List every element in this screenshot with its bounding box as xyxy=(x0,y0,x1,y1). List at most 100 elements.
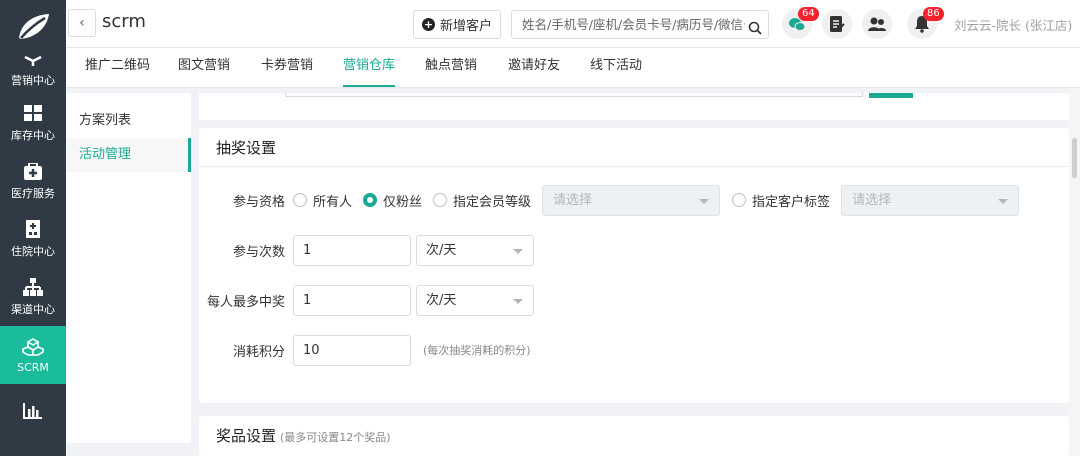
nav-label: 渠道中心 xyxy=(11,303,55,316)
cubes-icon xyxy=(22,337,44,357)
max-win-unit-select[interactable]: 次/天 xyxy=(416,284,534,316)
bar-chart-icon xyxy=(23,401,43,421)
points-input[interactable]: 10 xyxy=(293,334,411,366)
tab-offline-activity[interactable]: 线下活动 xyxy=(590,48,642,88)
page-title: scrm xyxy=(102,11,146,32)
caret-down-icon xyxy=(699,198,710,204)
app-logo[interactable] xyxy=(0,0,66,54)
wechat-button[interactable]: 64 xyxy=(782,7,819,39)
select-placeholder: 请选择 xyxy=(553,192,593,208)
medical-kit-icon xyxy=(24,161,42,181)
member-level-select[interactable]: 请选择 xyxy=(542,184,721,216)
users-icon xyxy=(868,17,886,31)
notification-badge: 86 xyxy=(923,7,944,21)
nav-item-inventory[interactable]: 库存中心 xyxy=(0,94,66,152)
nav-item-report[interactable] xyxy=(0,384,66,442)
nav-label: 营销中心 xyxy=(11,74,55,87)
max-win-input[interactable]: 1 xyxy=(293,284,411,316)
scrollbar-thumb[interactable] xyxy=(1072,138,1077,178)
times-row: 参与次数 1 次/天 xyxy=(199,234,534,266)
prize-settings-card: 奖品设置 (最多可设置12个奖品) xyxy=(199,416,1069,456)
top-header: ‹ scrm + 新增客户 姓名/手机号/座机/会员卡号/病历号/微信号 64 … xyxy=(66,0,1080,48)
nav-item-channel[interactable]: 渠道中心 xyxy=(0,268,66,326)
nav-label: 医疗服务 xyxy=(11,187,55,200)
textarea-fragment[interactable] xyxy=(285,93,863,97)
search-icon[interactable] xyxy=(745,17,762,38)
tab-touchpoint-marketing[interactable]: 触点营销 xyxy=(425,48,477,88)
radio-label: 指定会员等级 xyxy=(453,194,532,210)
customer-tag-select[interactable]: 请选择 xyxy=(841,184,1020,216)
left-nav: 营销中心 库存中心 医疗服务 住院中心 渠道中心 SCRM xyxy=(0,0,66,456)
caret-down-icon xyxy=(513,298,523,304)
caret-down-icon xyxy=(513,248,523,254)
user-name: 刘云云-院长 (张江店) xyxy=(954,18,1073,33)
tab-marketing-warehouse[interactable]: 营销仓库 xyxy=(343,48,396,87)
points-row: 消耗积分 10 (每次抽奖消耗的积分) xyxy=(199,334,531,366)
prize-settings-title: 奖品设置 (最多可设置12个奖品) xyxy=(199,416,1069,455)
prize-title-text: 奖品设置 xyxy=(216,427,277,445)
nav-label: 库存中心 xyxy=(11,129,55,142)
radio-member-level[interactable]: 指定会员等级 xyxy=(433,191,531,210)
radio-label: 指定客户标签 xyxy=(752,194,831,210)
side-item-activity-management[interactable]: 活动管理 xyxy=(66,138,191,172)
max-win-row: 每人最多中奖 1 次/天 xyxy=(199,284,534,316)
notes-button[interactable] xyxy=(822,9,852,39)
wechat-badge: 64 xyxy=(798,7,819,21)
nav-label: SCRM xyxy=(17,360,49,374)
radio-circle xyxy=(433,193,448,207)
caret-down-icon xyxy=(998,198,1009,204)
eligibility-row: 参与资格 所有人 仅粉丝 指定会员等级 请选择 指定客户标签 请选择 xyxy=(199,184,1031,216)
radio-circle-checked xyxy=(363,193,378,207)
tab-coupon-marketing[interactable]: 卡券营销 xyxy=(261,48,313,88)
radio-circle xyxy=(293,193,307,207)
eligibility-label: 参与资格 xyxy=(232,194,285,210)
times-label: 参与次数 xyxy=(232,244,285,260)
prize-note: (最多可设置12个奖品) xyxy=(280,431,391,444)
nav-item-inpatient[interactable]: 住院中心 xyxy=(0,210,66,268)
document-edit-icon xyxy=(830,16,845,32)
search-input[interactable]: 姓名/手机号/座机/会员卡号/病历号/微信号 xyxy=(511,10,769,39)
user-menu[interactable]: 刘云云-院长 (张江店) ⌄ xyxy=(954,15,1080,34)
radio-label: 仅粉丝 xyxy=(383,194,423,210)
back-button[interactable]: ‹ xyxy=(68,9,96,37)
nav-item-scrm[interactable]: SCRM xyxy=(0,326,66,384)
tab-bar: 推广二维码 图文营销 卡券营销 营销仓库 触点营销 邀请好友 线下活动 xyxy=(66,48,1080,88)
tab-qr-promo[interactable]: 推广二维码 xyxy=(85,48,150,88)
add-customer-button[interactable]: + 新增客户 xyxy=(413,10,501,39)
side-item-plan-list[interactable]: 方案列表 xyxy=(66,104,191,138)
nav-item-marketing[interactable]: 营销中心 xyxy=(0,54,66,94)
content-scrollbar[interactable] xyxy=(1069,88,1080,456)
radio-label: 所有人 xyxy=(313,194,353,210)
lottery-settings-card: 抽奖设置 参与资格 所有人 仅粉丝 指定会员等级 请选择 指定客户标签 请选择 … xyxy=(199,128,1069,403)
nav-item-medical[interactable]: 医疗服务 xyxy=(0,152,66,210)
radio-circle xyxy=(732,193,747,207)
contacts-button[interactable] xyxy=(862,9,892,39)
previous-section-fragment xyxy=(199,93,1069,120)
select-value: 次/天 xyxy=(426,292,457,308)
megaphone-icon xyxy=(24,54,42,68)
times-unit-select[interactable]: 次/天 xyxy=(416,234,534,266)
notification-button[interactable]: 86 xyxy=(907,7,944,39)
hospital-icon xyxy=(26,219,40,239)
plus-circle-icon: + xyxy=(421,18,435,31)
points-hint: (每次抽奖消耗的积分) xyxy=(423,344,531,357)
org-chart-icon xyxy=(23,277,43,297)
max-win-label: 每人最多中奖 xyxy=(206,294,285,310)
lottery-settings-title: 抽奖设置 xyxy=(199,128,1069,167)
radio-fans-only[interactable]: 仅粉丝 xyxy=(363,191,422,210)
search-placeholder: 姓名/手机号/座机/会员卡号/病历号/微信号 xyxy=(522,17,756,32)
tab-article-marketing[interactable]: 图文营销 xyxy=(178,48,230,88)
side-menu: 方案列表 活动管理 xyxy=(66,93,191,443)
add-customer-label: 新增客户 xyxy=(439,19,492,34)
radio-customer-tag[interactable]: 指定客户标签 xyxy=(732,191,830,210)
grid-icon xyxy=(24,103,42,123)
times-input[interactable]: 1 xyxy=(293,234,411,266)
green-button-fragment[interactable] xyxy=(869,93,913,98)
points-label: 消耗积分 xyxy=(232,344,285,360)
select-value: 次/天 xyxy=(426,242,457,258)
select-placeholder: 请选择 xyxy=(852,192,892,208)
tab-invite-friends[interactable]: 邀请好友 xyxy=(508,48,560,88)
leaf-logo-icon xyxy=(19,14,49,39)
nav-label: 住院中心 xyxy=(11,245,55,258)
radio-all[interactable]: 所有人 xyxy=(293,191,352,210)
